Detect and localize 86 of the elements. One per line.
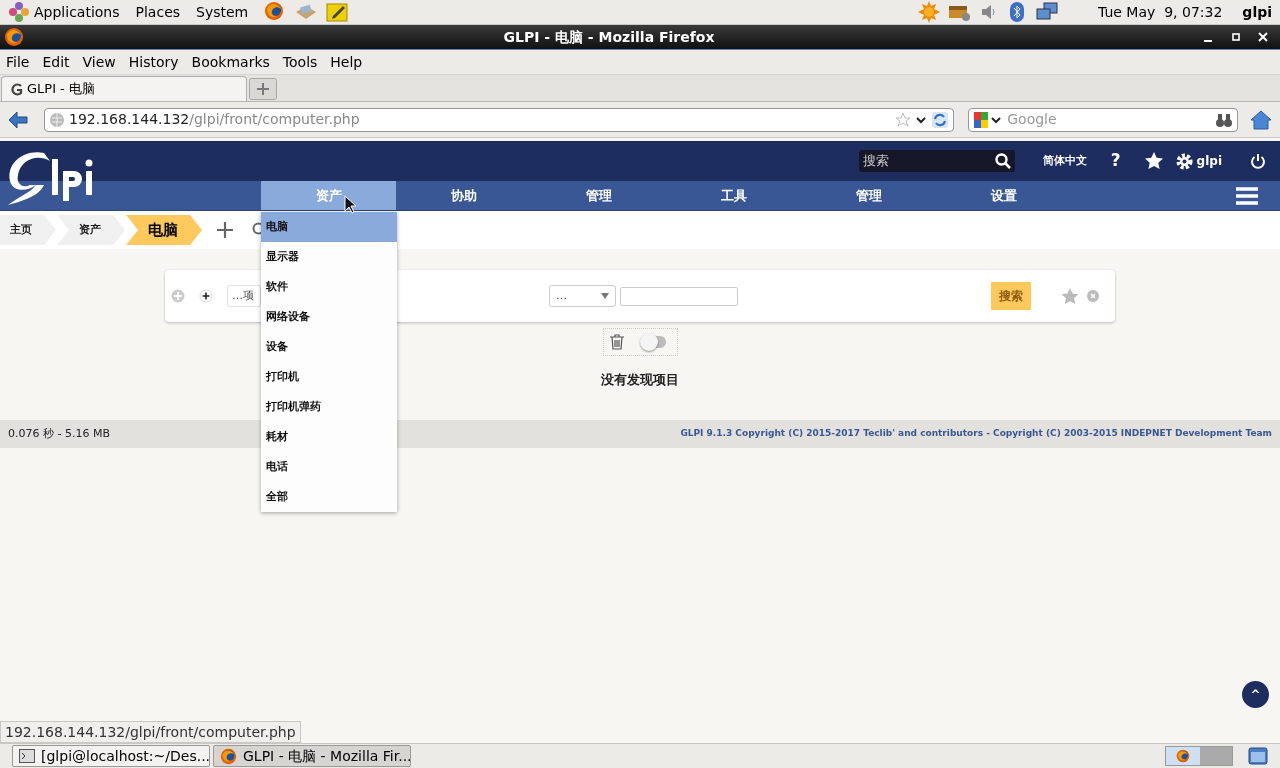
submenu-item[interactable]: 耗材 xyxy=(261,422,397,452)
terminal-icon xyxy=(19,748,35,764)
menu-item[interactable]: Help xyxy=(330,51,363,73)
submenu-item[interactable]: 打印机弹药 xyxy=(261,392,397,422)
url-text: 192.168.144.132/glpi/front/computer.php xyxy=(69,110,361,129)
caret-icon xyxy=(601,293,609,299)
address-field[interactable]: 192.168.144.132/glpi/front/computer.php xyxy=(44,107,955,132)
submenu-item[interactable]: 设备 xyxy=(261,332,397,362)
firefox-icon xyxy=(4,27,24,47)
empty-message: 没有发现项目 xyxy=(601,371,679,389)
bluetooth-icon[interactable] xyxy=(1010,2,1024,22)
main-menu-tab[interactable]: 协助 xyxy=(396,181,531,210)
power-icon[interactable] xyxy=(1250,153,1266,169)
maximize-icon[interactable] xyxy=(1232,33,1240,41)
taskbar-label: [glpi@localhost:~/Des... xyxy=(41,746,211,766)
taskbar-button[interactable]: [glpi@localhost:~/Des... xyxy=(12,745,210,767)
add-group-icon[interactable] xyxy=(199,289,213,303)
toggle-switch[interactable] xyxy=(643,336,666,348)
search-icon[interactable] xyxy=(994,153,1011,169)
menu-item[interactable]: Tools xyxy=(282,51,318,73)
bookmark-star-icon[interactable] xyxy=(895,111,912,128)
search-engine-icon[interactable] xyxy=(973,110,1004,129)
binoculars-icon[interactable] xyxy=(1215,111,1233,128)
firefox-icon xyxy=(1176,749,1190,763)
main-menu-tab[interactable]: 设置 xyxy=(936,181,1071,210)
panel-menu[interactable]: System xyxy=(196,1,249,23)
glpi-search-box[interactable]: 搜索 xyxy=(858,150,1015,172)
trash-icon[interactable] xyxy=(609,334,624,350)
operator-select[interactable]: … xyxy=(549,285,616,307)
main-menu-tab[interactable]: 管理 xyxy=(801,181,936,210)
gnome-foot-icon[interactable] xyxy=(8,1,30,23)
menu-icon[interactable] xyxy=(1236,186,1258,205)
save-search-star-icon[interactable] xyxy=(1061,287,1079,305)
taskbar-label: GLPI - 电脑 - Mozilla Fir... xyxy=(243,746,412,766)
favorites-star-icon[interactable] xyxy=(1144,152,1163,170)
copyright-link[interactable]: GLPI 9.1.3 Copyright (C) 2015-2017 Teclib' and contributors - Copyright (C) 2003-2015 INDEPNET Development Team xyxy=(680,427,1272,441)
submenu-item[interactable]: 网络设备 xyxy=(261,302,397,332)
submenu-item[interactable]: 打印机 xyxy=(261,362,397,392)
taskbar-button[interactable]: GLPI - 电脑 - Mozilla Fir... xyxy=(213,745,411,767)
network-icon[interactable] xyxy=(1036,2,1058,22)
glpi-favicon xyxy=(10,82,23,96)
footer-stats: 0.076 秒 - 5.16 MB xyxy=(8,425,110,442)
submenu-item[interactable]: 软件 xyxy=(261,272,397,302)
breadcrumb-link[interactable]: 资产 xyxy=(57,215,125,245)
breadcrumb-link[interactable]: 主页 xyxy=(0,215,56,245)
panel-menu[interactable]: Applications xyxy=(34,1,120,23)
web-search-box[interactable]: Google xyxy=(968,107,1238,132)
menu-item[interactable]: View xyxy=(82,51,116,73)
back-to-top-button[interactable]: ^ xyxy=(1242,681,1269,708)
home-button[interactable] xyxy=(1250,109,1272,130)
close-icon[interactable] xyxy=(1258,32,1268,42)
globe-icon xyxy=(49,111,65,128)
web-search-field[interactable]: Google xyxy=(1007,109,1211,130)
submenu-item[interactable]: 显示器 xyxy=(261,242,397,272)
main-menu-tab[interactable]: 工具 xyxy=(666,181,801,210)
help-link[interactable]: ? xyxy=(1110,148,1121,174)
breadcrumb-link[interactable]: 电脑 xyxy=(126,215,202,245)
submenu-item[interactable]: 电话 xyxy=(261,452,397,482)
search-button[interactable]: 搜索 xyxy=(991,282,1031,310)
value-input[interactable] xyxy=(620,286,738,306)
back-button[interactable] xyxy=(8,110,28,129)
menu-item[interactable]: File xyxy=(6,51,30,73)
notes-launcher-icon[interactable] xyxy=(326,2,349,22)
clock[interactable]: Tue May 9, 07:32 xyxy=(1098,1,1223,23)
panel-menu[interactable]: Places xyxy=(135,1,181,23)
menu-item[interactable]: Edit xyxy=(42,51,70,73)
submenu-item[interactable]: 电脑 xyxy=(261,212,397,242)
browser-tab[interactable]: GLPI - 电脑 xyxy=(1,76,247,101)
new-tab-button[interactable] xyxy=(249,78,277,100)
window-title: GLPI - 电脑 - Mozilla Firefox xyxy=(502,27,716,47)
add-icon[interactable] xyxy=(216,221,234,239)
glpi-search-field[interactable]: 搜索 xyxy=(862,151,995,171)
main-menu-tab[interactable]: 管理 xyxy=(531,181,666,210)
reload-button[interactable] xyxy=(931,110,950,129)
workspace-switcher[interactable] xyxy=(1165,746,1233,766)
status-url: 192.168.144.132/glpi/front/computer.php xyxy=(0,721,301,743)
settings-icon[interactable] xyxy=(1175,152,1193,170)
firefox-icon xyxy=(220,747,237,765)
menu-item[interactable]: Bookmarks xyxy=(191,51,270,73)
tab-label: GLPI - 电脑 xyxy=(27,80,95,99)
language-link[interactable]: 简体中文 xyxy=(1042,152,1087,170)
user-name[interactable]: glpi xyxy=(1242,1,1272,23)
volume-icon[interactable] xyxy=(980,3,998,21)
submenu-item[interactable]: 全部 xyxy=(261,482,397,512)
user-link[interactable]: glpi xyxy=(1196,152,1222,170)
menu-item[interactable]: History xyxy=(128,51,179,73)
